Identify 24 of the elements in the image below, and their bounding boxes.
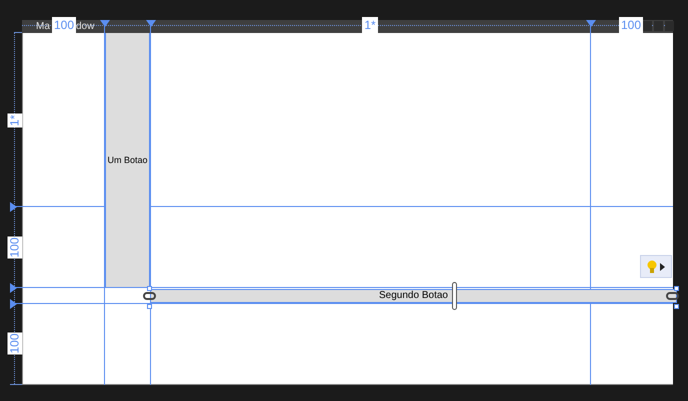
- quick-actions-button[interactable]: [640, 255, 672, 278]
- resize-handle[interactable]: [674, 286, 679, 291]
- row-marker-icon[interactable]: [10, 282, 17, 292]
- resize-handle[interactable]: [452, 282, 457, 310]
- column-size-label[interactable]: 1*: [362, 17, 378, 33]
- resize-handle[interactable]: [147, 304, 152, 309]
- designer-button[interactable]: Um Botao: [105, 33, 150, 287]
- lightbulb-icon: [647, 260, 657, 274]
- window-title: Ma: [36, 21, 50, 33]
- anchor-icon[interactable]: [143, 292, 156, 300]
- row-marker-icon[interactable]: [10, 298, 17, 308]
- play-arrow-icon: [660, 262, 665, 270]
- window-title: dow: [76, 21, 94, 33]
- resize-handle[interactable]: [674, 304, 679, 309]
- row-size-label[interactable]: 100: [8, 236, 22, 258]
- column-size-label[interactable]: 100: [619, 17, 643, 33]
- column-size-label[interactable]: 100: [52, 17, 76, 33]
- column-marker-icon[interactable]: [586, 20, 596, 27]
- anchor-icon[interactable]: [666, 292, 679, 300]
- resize-handle[interactable]: [147, 286, 152, 291]
- row-marker-icon[interactable]: [10, 202, 17, 212]
- row-size-label[interactable]: 1*: [8, 113, 22, 127]
- designer-button[interactable]: Segundo Botao: [150, 289, 677, 303]
- row-size-label[interactable]: 100: [8, 332, 22, 354]
